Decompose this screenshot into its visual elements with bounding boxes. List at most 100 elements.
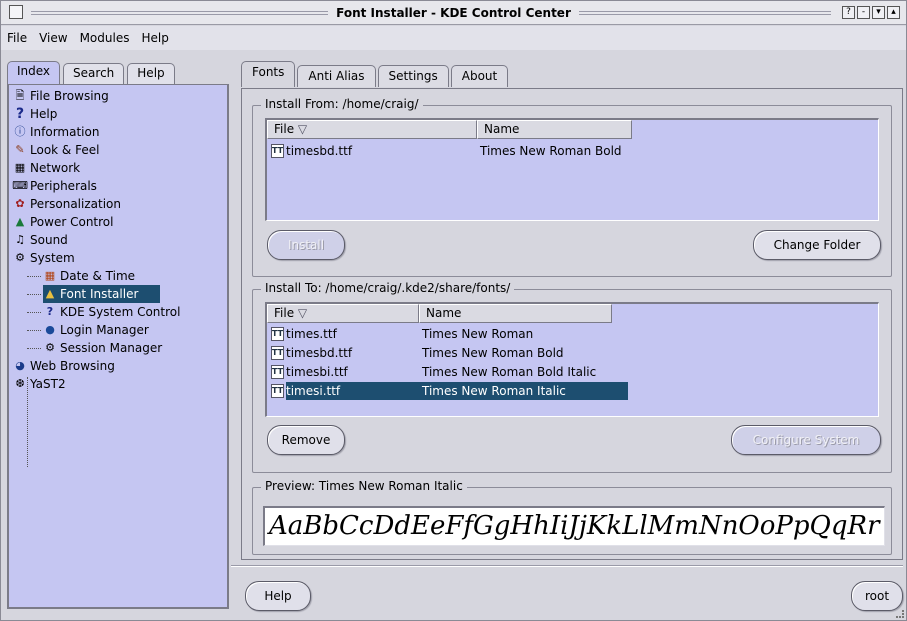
- kde-system-control-icon: ?: [46, 305, 54, 318]
- tree-item-label: Date & Time: [60, 269, 136, 283]
- context-help-button[interactable]: ?: [842, 6, 855, 19]
- module-panel: Fonts Anti Alias Settings About Install …: [241, 57, 903, 561]
- tree-item-label: Network: [30, 161, 81, 175]
- tree-item-system[interactable]: ⚙ System: [13, 249, 227, 267]
- list-item[interactable]: TT times.ttf Times New Roman: [267, 325, 533, 343]
- tree-item-label: Login Manager: [60, 323, 149, 337]
- tree-item-web-browsing[interactable]: ◕ Web Browsing: [13, 357, 227, 375]
- tree-item-yast2[interactable]: ❆ YaST2: [13, 375, 227, 393]
- font-installer-icon: ▲: [45, 287, 55, 300]
- tree-item-label: Help: [30, 107, 58, 121]
- menu-file[interactable]: File: [7, 31, 27, 45]
- personalization-icon: ✿: [15, 197, 25, 210]
- install-to-label: Install To: /home/craig/.kde2/share/font…: [261, 281, 515, 295]
- session-manager-icon: ⚙: [45, 341, 55, 354]
- module-tree[interactable]: 🗎 File Browsing ? Help ⓘ Information ✎ L…: [7, 84, 229, 609]
- menu-modules[interactable]: Modules: [80, 31, 130, 45]
- install-button[interactable]: Install: [267, 230, 345, 260]
- column-name-header[interactable]: Name: [419, 304, 612, 323]
- tree-item-power-control[interactable]: ▲ Power Control: [13, 213, 227, 231]
- truetype-font-icon: TT: [271, 346, 284, 360]
- font-preview: AaBbCcDdEeFfGgHhIiJjKkLlMmNnOoPpQqRr: [263, 506, 885, 546]
- fonts-tab-body: Install From: /home/craig/ File ▽ Name T…: [241, 88, 903, 560]
- tab-fonts[interactable]: Fonts: [241, 61, 296, 87]
- root-button[interactable]: root: [851, 581, 903, 611]
- tree-item-label: Personalization: [30, 197, 121, 211]
- maximize-button[interactable]: ▴: [887, 6, 900, 19]
- list-item[interactable]: TT timesbd.ttf Times New Roman Bold: [267, 344, 564, 362]
- tree-item-session-manager[interactable]: ⚙ Session Manager: [13, 339, 227, 357]
- column-name-header[interactable]: Name: [477, 120, 632, 139]
- list-header: File ▽ Name: [267, 120, 632, 139]
- truetype-font-icon: TT: [271, 144, 284, 158]
- tree-item-label: System: [30, 251, 75, 265]
- install-from-label: Install From: /home/craig/: [261, 97, 423, 111]
- preview-group: Preview: Times New Roman Italic AaBbCcDd…: [252, 479, 892, 555]
- install-to-group: Install To: /home/craig/.kde2/share/font…: [252, 281, 892, 473]
- tree-item-label: Peripherals: [30, 179, 97, 193]
- list-header: File ▽ Name: [267, 304, 612, 323]
- help-button[interactable]: Help: [245, 581, 311, 611]
- column-file-header[interactable]: File ▽: [267, 304, 419, 323]
- resize-grip[interactable]: [896, 610, 904, 618]
- list-item-selected[interactable]: TT timesi.ttf Times New Roman Italic: [267, 382, 628, 400]
- tree-item-login-manager[interactable]: ● Login Manager: [13, 321, 227, 339]
- configure-system-button[interactable]: Configure System: [731, 425, 881, 455]
- tab-search[interactable]: Search: [63, 63, 125, 85]
- list-item[interactable]: TT timesbi.ttf Times New Roman Bold Ital…: [267, 363, 596, 381]
- information-icon: ⓘ: [14, 125, 26, 138]
- tree-item-label: YaST2: [30, 377, 66, 391]
- shade-button[interactable]: ▾: [872, 6, 885, 19]
- tree-item-sound[interactable]: ♫ Sound: [13, 231, 227, 249]
- column-file-header[interactable]: File ▽: [267, 120, 477, 139]
- tab-anti-alias[interactable]: Anti Alias: [297, 65, 376, 87]
- tree-item-information[interactable]: ⓘ Information: [13, 123, 227, 141]
- tab-help[interactable]: Help: [127, 63, 175, 85]
- tree-item-file-browsing[interactable]: 🗎 File Browsing: [13, 87, 227, 105]
- minimize-button[interactable]: -: [857, 6, 870, 19]
- tab-about[interactable]: About: [450, 65, 509, 87]
- file-browsing-icon: 🗎: [15, 89, 25, 102]
- selected-highlight: ▲ Font Installer: [43, 285, 161, 303]
- install-from-list[interactable]: File ▽ Name TT timesbd.ttf Times New Rom…: [265, 118, 879, 221]
- tree-item-label: Web Browsing: [30, 359, 115, 373]
- tree-item-font-installer[interactable]: ▲ Font Installer: [13, 285, 227, 303]
- install-to-list[interactable]: File ▽ Name TT times.ttf Times New Roman…: [265, 302, 879, 417]
- tab-index[interactable]: Index: [7, 61, 61, 85]
- bottom-separator: [231, 565, 903, 567]
- tree-item-label: KDE System Control: [60, 305, 181, 319]
- tree-item-peripherals[interactable]: ⌨ Peripherals: [12, 177, 227, 195]
- peripherals-icon: ⌨: [12, 179, 28, 192]
- truetype-font-icon: TT: [271, 327, 284, 341]
- kde-control-center-window: Font Installer - KDE Control Center ? - …: [0, 0, 907, 621]
- tree-item-label: Look & Feel: [30, 143, 100, 157]
- help-icon: ?: [15, 106, 25, 122]
- login-manager-icon: ●: [45, 323, 55, 336]
- tab-settings[interactable]: Settings: [377, 65, 449, 87]
- tree-item-personalization[interactable]: ✿ Personalization: [13, 195, 227, 213]
- tree-item-network[interactable]: ▦ Network: [13, 159, 227, 177]
- preview-label: Preview: Times New Roman Italic: [261, 479, 467, 493]
- tree-item-label: Sound: [30, 233, 68, 247]
- tree-item-label: Font Installer: [60, 287, 139, 301]
- tree-item-date-time[interactable]: ▦ Date & Time: [13, 267, 227, 285]
- menu-view[interactable]: View: [39, 31, 67, 45]
- system-icon: ⚙: [15, 251, 25, 264]
- change-folder-button[interactable]: Change Folder: [753, 230, 881, 260]
- tree-item-label: Information: [30, 125, 100, 139]
- remove-button[interactable]: Remove: [267, 425, 345, 455]
- sort-arrow-icon: ▽: [297, 306, 308, 320]
- tree-item-look-feel[interactable]: ✎ Look & Feel: [13, 141, 227, 159]
- menu-help[interactable]: Help: [141, 31, 168, 45]
- date-time-icon: ▦: [44, 269, 56, 282]
- tree-item-kde-system-control[interactable]: ? KDE System Control: [13, 303, 227, 321]
- sound-icon: ♫: [15, 233, 25, 246]
- truetype-font-icon: TT: [271, 365, 284, 379]
- title-buttons: ? - ▾ ▴: [842, 6, 900, 19]
- window-menu-icon[interactable]: [9, 5, 23, 19]
- list-item[interactable]: TT timesbd.ttf Times New Roman Bold: [267, 142, 622, 160]
- tree-item-help[interactable]: ? Help: [13, 105, 227, 123]
- title-bar[interactable]: Font Installer - KDE Control Center ? - …: [1, 1, 906, 25]
- power-control-icon: ▲: [15, 215, 25, 228]
- title-stripe-right: [561, 11, 831, 15]
